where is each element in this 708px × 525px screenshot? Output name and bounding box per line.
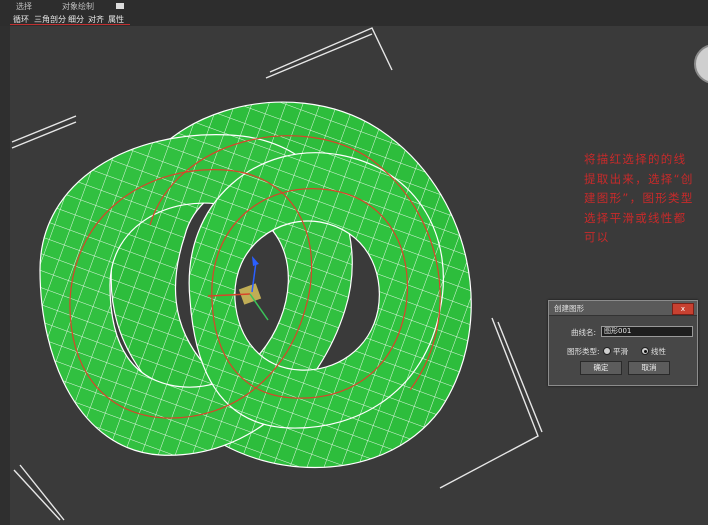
curve-name-label: 曲线名: — [571, 328, 597, 337]
curve-name-input[interactable] — [601, 326, 693, 337]
dialog-titlebar[interactable]: 创建图形 x — [549, 301, 697, 316]
tutorial-annotation: 将描红选择的的线提取出来，选择“创建图形”，图形类型选择平滑或线性都可以 — [584, 152, 694, 244]
torus-knot-scene[interactable] — [0, 0, 708, 525]
linear-radio-label: 线性 — [651, 347, 666, 356]
close-button[interactable]: x — [672, 303, 694, 315]
ok-button[interactable]: 确定 — [580, 361, 622, 375]
create-shape-dialog: 创建图形 x 曲线名: 图形类型: 平滑 线性 确定 取消 — [548, 300, 698, 386]
linear-radio[interactable] — [641, 347, 649, 355]
cancel-button[interactable]: 取消 — [628, 361, 670, 375]
smooth-radio[interactable] — [603, 347, 611, 355]
dialog-title: 创建图形 — [554, 304, 584, 313]
shape-type-label: 图形类型: — [567, 347, 600, 356]
smooth-radio-label: 平滑 — [613, 347, 628, 356]
